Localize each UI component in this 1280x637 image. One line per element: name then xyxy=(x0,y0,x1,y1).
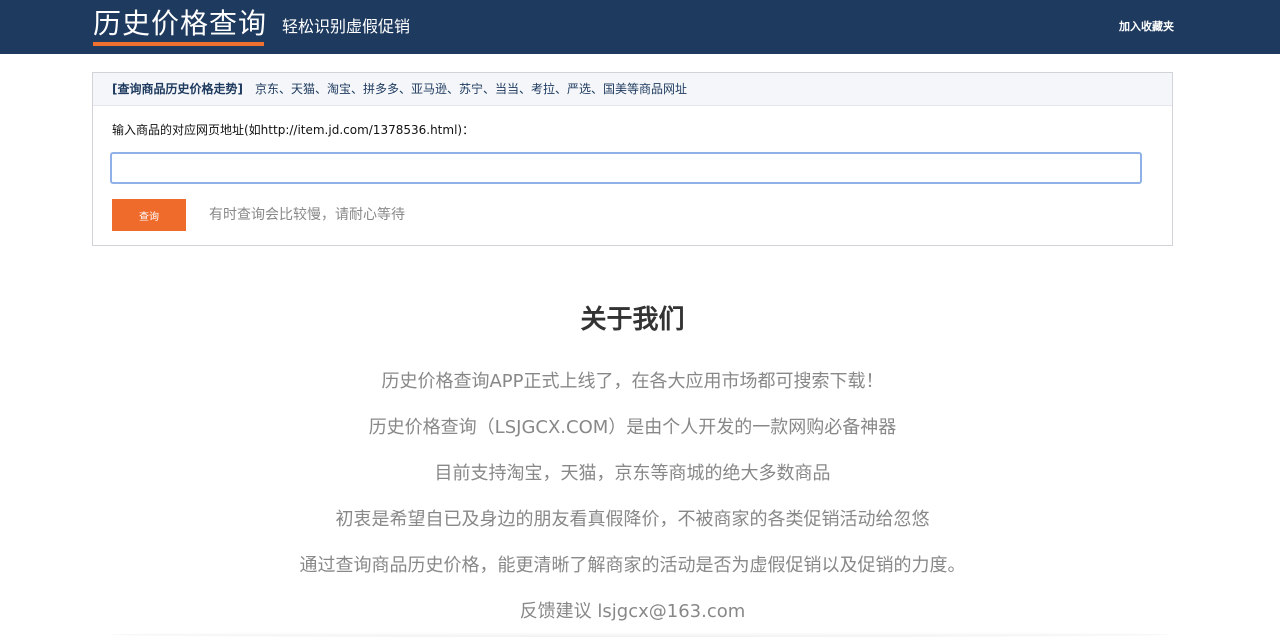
logo-text: 历史价格查询 xyxy=(93,7,268,40)
about-line-purpose: 初衷是希望自已及身边的朋友看真假降价，不被商家的各类促销活动给忽悠 xyxy=(335,509,930,530)
query-hint-text: 有时查询会比较慢，请耐心等待 xyxy=(209,207,405,223)
logo-underline xyxy=(93,42,264,46)
search-panel-header: [查询商品历史价格走势] 京东、天猫、淘宝、拼多多、亚马逊、苏宁、当当、考拉、严… xyxy=(93,73,1172,106)
about-us-title: 关于我们 xyxy=(580,305,685,335)
about-line-support: 目前支持淘宝，天猫，京东等商城的绝大多数商品 xyxy=(434,463,831,484)
top-navbar: 历史价格查询 轻松识别虚假促销 加入收藏夹 xyxy=(0,0,1280,54)
site-logo[interactable]: 历史价格查询 xyxy=(93,6,268,46)
url-input-label: 输入商品的对应网页地址(如http://item.jd.com/1378536.… xyxy=(112,123,475,137)
search-panel-title: [查询商品历史价格走势] xyxy=(112,82,243,96)
add-bookmark-link[interactable]: 加入收藏夹 xyxy=(1119,19,1174,35)
supported-sites-text: 京东、天猫、淘宝、拼多多、亚马逊、苏宁、当当、考拉、严选、国美等商品网址 xyxy=(255,82,688,96)
about-line-benefit: 通过查询商品历史价格，能更清晰了解商家的活动是否为虚假促销以及促销的力度。 xyxy=(299,555,966,576)
site-slogan: 轻松识别虚假促销 xyxy=(282,17,411,36)
about-line-intro: 历史价格查询（LSJGCX.COM）是由个人开发的一款网购必备神器 xyxy=(368,417,897,438)
query-button[interactable]: 查询 xyxy=(112,199,186,231)
product-url-input[interactable] xyxy=(110,152,1142,184)
footer-shadow xyxy=(110,632,1170,637)
price-search-panel: [查询商品历史价格走势] 京东、天猫、淘宝、拼多多、亚马逊、苏宁、当当、考拉、严… xyxy=(92,72,1173,246)
about-line-app-launch: 历史价格查询APP正式上线了，在各大应用市场都可搜索下载！ xyxy=(381,371,884,392)
feedback-contact: 反馈建议 lsjgcx@163.com xyxy=(519,601,746,622)
